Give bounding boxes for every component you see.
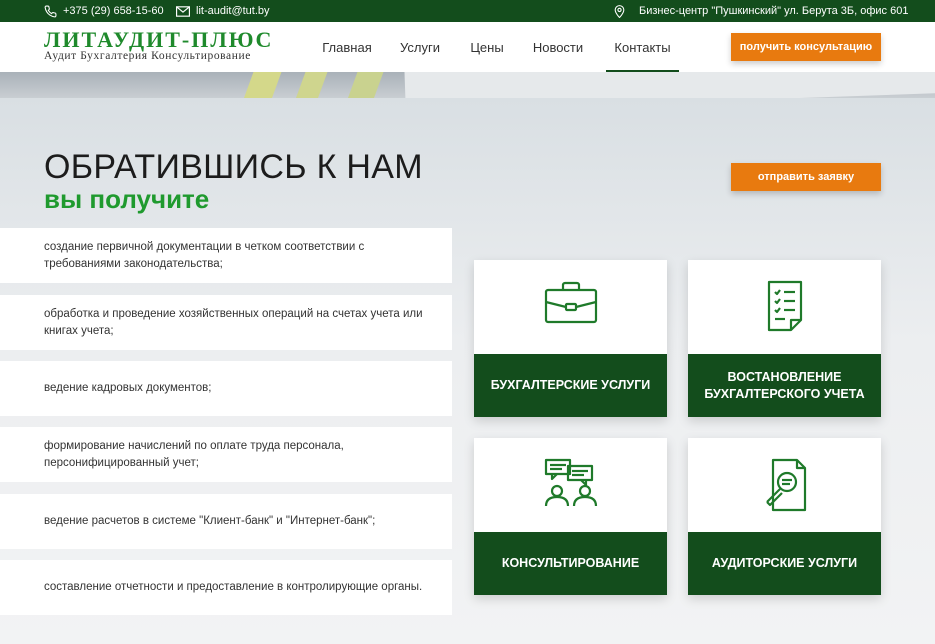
address-contact: Бизнес-центр "Пушкинский" ул. Берута 3Б,… (614, 0, 908, 22)
benefit-text: ведение расчетов в системе "Клиент-банк"… (44, 515, 376, 527)
document-search-icon (765, 458, 806, 512)
nav-item-home[interactable]: Главная (318, 22, 376, 72)
section-subheading: вы получите (44, 184, 210, 214)
hero-paper (404, 72, 935, 98)
send-request-button[interactable]: отправить заявку (731, 163, 881, 191)
top-contact-bar: +375 (29) 658-15-60 lit-audit@tut.by Биз… (0, 0, 935, 22)
nav-item-contacts[interactable]: Контакты (606, 22, 679, 72)
benefit-item: составление отчетности и предоставление … (0, 560, 452, 615)
service-card-accounting[interactable]: БУХГАЛТЕРСКИЕ УСЛУГИ (474, 260, 667, 417)
service-card-audit[interactable]: АУДИТОРСКИЕ УСЛУГИ (688, 438, 881, 595)
checklist-document-icon (767, 280, 802, 332)
consultation-chat-icon (544, 458, 597, 507)
service-card-label: ВОСТАНОВЛЕНИЕ БУХГАЛТЕРСКОГО УЧЕТА (688, 354, 881, 417)
logo-subtitle: Аудит Бухгалтерия Консультирование (44, 50, 251, 62)
hero-image-strip (0, 72, 935, 98)
briefcase-icon (544, 281, 597, 324)
benefit-text: обработка и проведение хозяйственных опе… (44, 307, 423, 337)
phone-icon (44, 5, 57, 17)
site-logo[interactable]: ЛИТАУДИТ-ПЛЮС Аудит Бухгалтерия Консульт… (44, 27, 274, 63)
benefit-item: ведение расчетов в системе "Клиент-банк"… (0, 494, 452, 549)
mail-icon (176, 5, 190, 17)
hero-stripe (240, 72, 284, 98)
email-contact[interactable]: lit-audit@tut.by (176, 0, 270, 22)
benefit-text: формирование начислений по оплате труда … (44, 439, 344, 469)
logo-title: ЛИТАУДИТ-ПЛЮС (44, 27, 274, 52)
benefit-item: формирование начислений по оплате труда … (0, 427, 452, 482)
email-address[interactable]: lit-audit@tut.by (196, 5, 270, 17)
nav-item-prices[interactable]: Цены (465, 22, 509, 72)
service-card-consulting[interactable]: КОНСУЛЬТИРОВАНИЕ (474, 438, 667, 595)
benefit-text: составление отчетности и предоставление … (44, 581, 423, 593)
location-pin-icon (614, 5, 625, 18)
benefit-text: ведение кадровых документов; (44, 382, 212, 394)
get-consultation-button[interactable]: получить консультацию (731, 33, 881, 61)
phone-number[interactable]: +375 (29) 658-15-60 (63, 5, 164, 17)
hero-stripe (292, 72, 330, 98)
benefit-item: ведение кадровых документов; (0, 361, 452, 416)
nav-item-services[interactable]: Услуги (394, 22, 446, 72)
section-heading: ОБРАТИВШИСЬ К НАМ (44, 148, 423, 186)
benefit-item: обработка и проведение хозяйственных опе… (0, 295, 452, 350)
service-card-label: БУХГАЛТЕРСКИЕ УСЛУГИ (474, 354, 667, 417)
benefit-item: создание первичной документации в четком… (0, 228, 452, 283)
service-card-label: АУДИТОРСКИЕ УСЛУГИ (688, 532, 881, 595)
benefits-section: ОБРАТИВШИСЬ К НАМ вы получите отправить … (0, 98, 935, 644)
site-header: ЛИТАУДИТ-ПЛЮС Аудит Бухгалтерия Консульт… (0, 22, 935, 72)
hero-stripe (344, 72, 386, 98)
nav-item-news[interactable]: Новости (527, 22, 589, 72)
office-address: Бизнес-центр "Пушкинский" ул. Берута 3Б,… (639, 5, 909, 17)
benefit-text: создание первичной документации в четком… (44, 240, 365, 270)
phone-contact[interactable]: +375 (29) 658-15-60 (44, 0, 164, 22)
service-card-label: КОНСУЛЬТИРОВАНИЕ (474, 532, 667, 595)
service-card-restoration[interactable]: ВОСТАНОВЛЕНИЕ БУХГАЛТЕРСКОГО УЧЕТА (688, 260, 881, 417)
